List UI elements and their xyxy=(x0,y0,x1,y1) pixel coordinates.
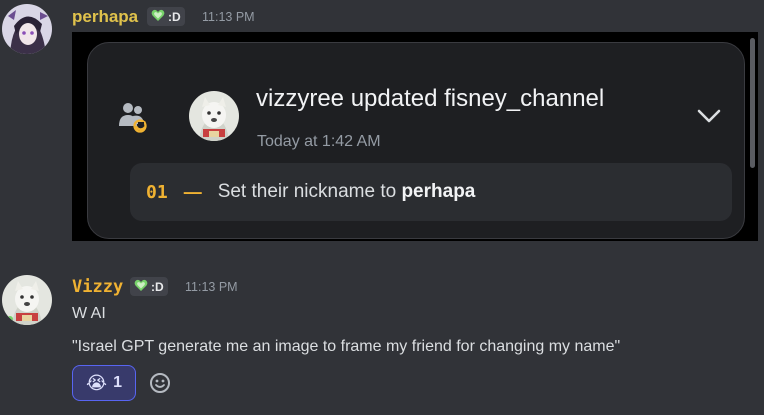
timestamp[interactable]: 11:13 PM xyxy=(202,10,255,24)
username[interactable]: perhapa xyxy=(72,7,138,27)
avatar[interactable] xyxy=(2,4,52,54)
embedded-screenshot[interactable]: vizzyree updated fisney_channel Today at… xyxy=(72,32,758,241)
loudly-crying-emoji: 😭 xyxy=(86,372,108,393)
timestamp[interactable]: 11:13 PM xyxy=(185,280,238,294)
change-number: 01 xyxy=(146,181,168,203)
server-tag-badge[interactable]: :D xyxy=(130,277,168,296)
audit-log-entry: vizzyree updated fisney_channel Today at… xyxy=(87,42,745,239)
tag-text: :D xyxy=(168,9,181,24)
message-text: "Israel GPT generate me an image to fram… xyxy=(72,338,621,355)
scrollbar[interactable] xyxy=(750,38,755,168)
audit-log-change-row: 01 — Set their nickname to perhapa xyxy=(130,163,732,221)
audit-log-time: Today at 1:42 AM xyxy=(257,133,381,150)
reaction-count: 1 xyxy=(113,374,122,391)
reaction-button[interactable]: 😭 1 xyxy=(72,365,136,401)
avatar xyxy=(189,91,239,141)
audit-log-title: vizzyree updated fisney_channel xyxy=(256,85,605,112)
chevron-down-icon[interactable] xyxy=(696,106,722,126)
message-text: W AI xyxy=(72,305,106,322)
avatar[interactable] xyxy=(2,275,52,325)
heart-icon xyxy=(134,279,148,295)
tag-text: :D xyxy=(151,279,164,294)
heart-icon xyxy=(151,9,165,25)
change-value: perhapa xyxy=(401,181,476,202)
add-reaction-icon[interactable] xyxy=(149,371,173,395)
chat-channel: perhapa :D 11:13 PM vizzyree updated fis… xyxy=(0,0,764,415)
server-tag-badge[interactable]: :D xyxy=(147,7,185,26)
change-text: Set their nickname to perhapa xyxy=(218,181,476,203)
username[interactable]: Vizzy xyxy=(72,277,123,297)
change-dash: — xyxy=(183,181,202,202)
change-prefix: Set their nickname to xyxy=(217,181,402,202)
member-update-icon xyxy=(116,100,150,134)
